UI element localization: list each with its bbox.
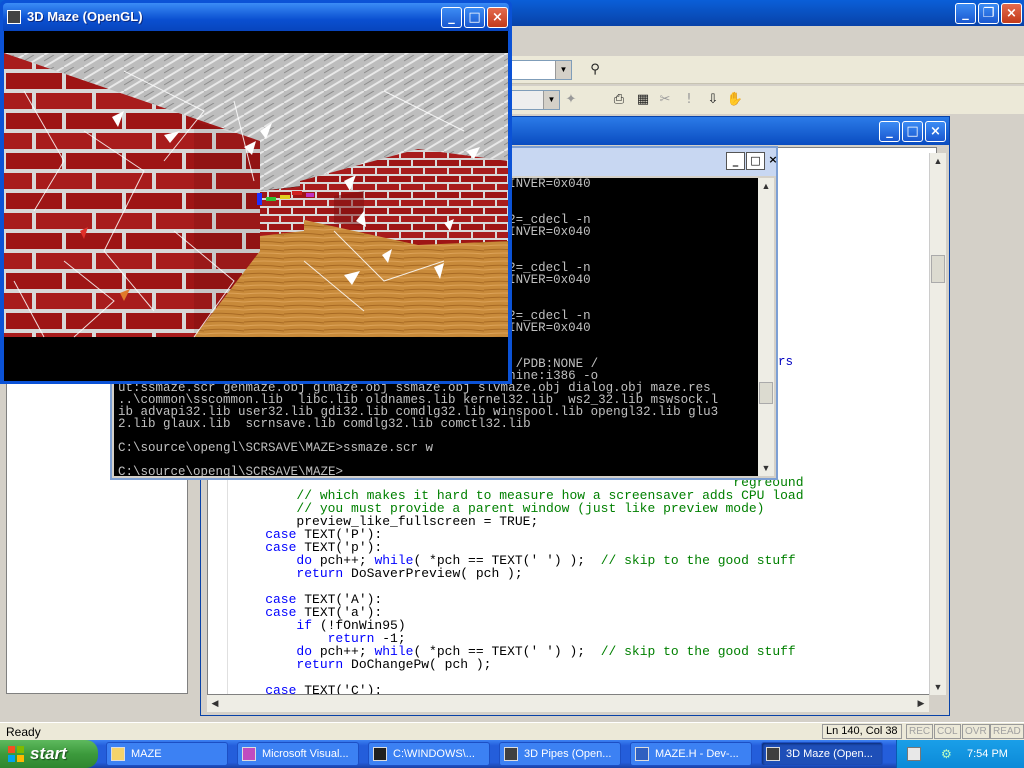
editor-horizontal-scrollbar[interactable]: ◀ ▶ <box>207 695 929 712</box>
taskbar-button[interactable]: Microsoft Visual... <box>237 742 359 766</box>
maze-scene <box>4 31 508 381</box>
code-line[interactable]: return DoChangePw( pch ); <box>234 658 804 671</box>
status-bar: Ready Ln 140, Col 38 REC COL OVR READ <box>0 722 1024 740</box>
maze-window: 3D Maze (OpenGL) _ □ × <box>0 0 512 384</box>
code-listing: regreound // which makes it hard to meas… <box>234 476 804 695</box>
taskbar-button-label: Microsoft Visual... <box>262 748 349 760</box>
close-icon[interactable]: × <box>487 7 508 28</box>
chevron-down-icon[interactable]: ▼ <box>555 61 571 79</box>
maximize-icon[interactable]: □ <box>746 152 765 170</box>
console-line: C:\source\opengl\SCRSAVE\MAZE> <box>118 465 344 476</box>
console-line: C:\source\opengl\SCRSAVE\MAZE>ssmaze.scr… <box>118 441 434 455</box>
system-tray: ⚙ 7:54 PM <box>896 740 1024 768</box>
code-token: // skip to the good stuff <box>600 553 796 568</box>
minimize-icon[interactable]: _ <box>726 152 745 170</box>
taskbar-button[interactable]: 3D Maze (Open... <box>761 742 883 766</box>
taskbar-button-label: MAZE.H - Dev-... <box>655 748 739 760</box>
console-scrollbar[interactable]: ▲ ▼ <box>758 178 774 476</box>
network-icon[interactable]: ⚙ <box>941 747 957 761</box>
maze-3d-viewport[interactable] <box>4 31 508 381</box>
code-token: return <box>234 657 352 672</box>
stop-build-icon[interactable]: ✂ <box>656 91 674 109</box>
ide-toolbar-2: ▼ ✦ ⎙ ▦ ✂ ! ⇩ ✋ <box>510 86 1024 114</box>
status-indicator-ovr: OVR <box>962 724 990 739</box>
keyboard-icon[interactable] <box>907 747 921 761</box>
restore-icon[interactable]: ❐ <box>978 3 999 24</box>
editor-vertical-scrollbar[interactable]: ▲ ▼ <box>929 153 946 695</box>
opengl-app-icon <box>766 747 780 761</box>
go-icon[interactable]: ⇩ <box>704 91 722 109</box>
cursor-position: Ln 140, Col 38 <box>822 724 902 739</box>
status-indicator-rec: REC <box>906 724 934 739</box>
taskbar-button[interactable]: MAZE <box>106 742 228 766</box>
console-line: 2.lib glaux.lib scrnsave.lib comdlg32.li… <box>118 417 531 431</box>
visual-studio-icon <box>242 747 256 761</box>
build-icon[interactable]: ▦ <box>634 91 652 109</box>
find-in-files-icon[interactable]: ⚲ <box>586 61 604 79</box>
toolbar-combo-disabled: ▼ <box>510 90 560 110</box>
code-token: TEXT('C'): <box>304 683 383 695</box>
scroll-up-icon[interactable]: ▲ <box>930 153 946 169</box>
start-button[interactable]: start <box>0 740 98 768</box>
dev-cpp-icon <box>635 747 649 761</box>
breakpoint-icon[interactable]: ✋ <box>726 91 744 109</box>
toolbar-combo[interactable]: ▼ <box>510 60 572 80</box>
code-line[interactable]: case TEXT('C'): <box>234 683 804 695</box>
minimize-icon[interactable]: _ <box>441 7 462 28</box>
code-token: DoChangePw( pch ); <box>351 657 492 672</box>
scroll-right-icon[interactable]: ▶ <box>913 695 929 711</box>
close-icon[interactable]: × <box>766 152 780 170</box>
scroll-up-icon[interactable]: ▲ <box>758 178 774 194</box>
scroll-thumb[interactable] <box>759 382 773 404</box>
taskbar-button[interactable]: 3D Pipes (Open... <box>499 742 621 766</box>
maze-title-bar[interactable]: 3D Maze (OpenGL) _ □ × <box>3 3 509 31</box>
minimize-icon[interactable]: _ <box>879 121 900 142</box>
ide-toolbar-1: ▼ ⚲ <box>510 56 1024 84</box>
windows-logo-icon <box>8 746 24 762</box>
taskbar-button-label: 3D Maze (Open... <box>786 748 873 760</box>
code-line[interactable]: return DoSaverPreview( pch ); <box>234 567 804 580</box>
taskbar-button-label: 3D Pipes (Open... <box>524 748 612 760</box>
chevron-down-icon: ▼ <box>543 91 559 109</box>
clock[interactable]: 7:54 PM <box>967 740 1008 768</box>
code-token: DoSaverPreview( pch ); <box>351 566 523 581</box>
opengl-app-icon <box>504 747 518 761</box>
app-icon[interactable] <box>7 10 21 24</box>
scroll-down-icon[interactable]: ▼ <box>930 679 946 695</box>
status-indicator-col: COL <box>934 724 961 739</box>
command-prompt-icon <box>373 747 387 761</box>
taskbar-button[interactable]: MAZE.H - Dev-... <box>630 742 752 766</box>
code-token: return <box>234 566 352 581</box>
editor-overflow-text: rs <box>778 355 794 369</box>
taskbar-button[interactable]: C:\WINDOWS\... <box>368 742 490 766</box>
taskbar-button-label: C:\WINDOWS\... <box>393 748 475 760</box>
compile-icon[interactable]: ⎙ <box>610 91 628 109</box>
taskbar: start MAZE Microsoft Visual... C:\WINDOWS\… <box>0 740 1024 768</box>
maximize-icon[interactable]: □ <box>464 7 485 28</box>
code-token: // skip to the good stuff <box>600 644 796 659</box>
scroll-down-icon[interactable]: ▼ <box>758 460 774 476</box>
window-title: 3D Maze (OpenGL) <box>27 9 143 24</box>
minimize-icon[interactable]: _ <box>955 3 976 24</box>
execute-icon[interactable]: ! <box>680 91 698 109</box>
start-label: start <box>30 744 67 763</box>
status-text: Ready <box>6 725 41 739</box>
folder-icon <box>111 747 125 761</box>
code-token: case <box>234 683 305 695</box>
maximize-icon[interactable]: □ <box>902 121 923 142</box>
status-indicator-read: READ <box>990 724 1024 739</box>
wizard-icon[interactable]: ✦ <box>562 91 580 109</box>
scroll-thumb[interactable] <box>931 255 945 283</box>
scroll-left-icon[interactable]: ◀ <box>207 695 223 711</box>
taskbar-button-label: MAZE <box>131 748 162 760</box>
close-icon[interactable]: × <box>925 121 946 142</box>
close-icon[interactable]: × <box>1001 3 1022 24</box>
